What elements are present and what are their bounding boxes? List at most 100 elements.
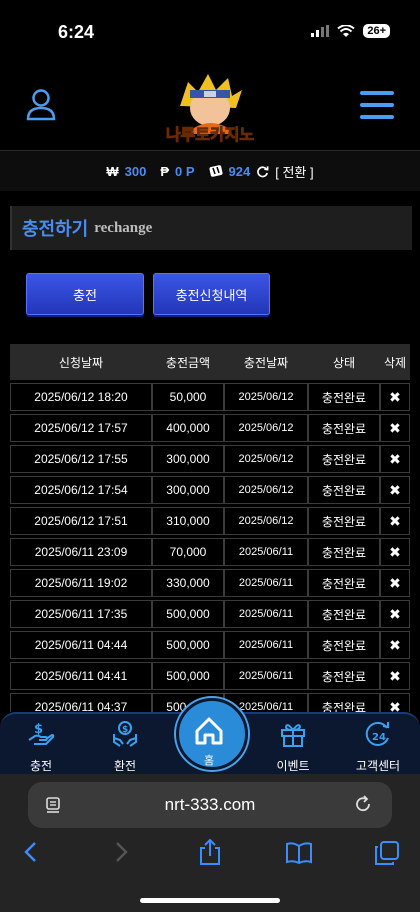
charge-amount: 50,000 [152,383,224,411]
chip-balance: 924 [228,163,251,179]
charge-date: 2025/06/12 [224,507,308,535]
charge-amount: 310,000 [152,507,224,535]
deposit-hand-icon: $ [28,722,55,745]
svg-text:나루토카지노: 나루토카지노 [166,125,255,144]
charge-amount: 300,000 [152,476,224,504]
tabs-icon[interactable] [374,840,400,866]
menu-icon[interactable] [360,90,394,120]
request-date: 2025/06/12 17:51 [10,507,152,535]
charge-amount: 500,000 [152,662,224,690]
reload-icon[interactable] [354,795,374,815]
header-charge-date: 충전날짜 [224,344,308,380]
svg-text:$: $ [34,722,43,737]
request-date: 2025/06/11 19:02 [10,569,152,597]
back-icon[interactable] [22,840,40,864]
request-date: 2025/06/11 23:09 [10,538,152,566]
delete-icon[interactable]: ✖ [380,414,410,442]
character-logo-image: 나루토카지노 [165,74,255,144]
status-time: 6:24 [58,22,95,42]
charge-date: 2025/06/11 [224,538,308,566]
battery-indicator: 26+ [363,24,390,38]
charge-amount: 500,000 [152,600,224,628]
delete-icon[interactable]: ✖ [380,569,410,597]
request-date: 2025/06/12 17:54 [10,476,152,504]
header-request-date: 신청날짜 [10,344,152,380]
refresh-icon[interactable] [256,165,269,178]
delete-icon[interactable]: ✖ [380,600,410,628]
bottom-nav: $ 충전 $ 환전 홈 이벤트 24 고객센터 [0,698,420,776]
nav-charge[interactable]: $ 충전 [6,720,76,774]
charge-history-table: 신청날짜 충전금액 충전날짜 상태 삭제 2025/06/12 18:20 50… [10,341,410,712]
delete-icon[interactable]: ✖ [380,538,410,566]
status-icons: 26+ [311,24,390,38]
charge-status: 충전완료 [308,507,380,535]
url-text: nrt-333.com [164,795,256,814]
delete-icon[interactable]: ✖ [380,662,410,690]
bookmarks-icon[interactable] [285,842,313,864]
request-date: 2025/06/12 17:57 [10,414,152,442]
request-date: 2025/06/11 04:44 [10,631,152,659]
header-delete: 삭제 [380,344,410,380]
nav-event[interactable]: 이벤트 [258,720,328,774]
charge-status: 충전완료 [308,383,380,411]
charge-date: 2025/06/11 [224,569,308,597]
charge-status: 충전완료 [308,445,380,473]
charge-amount: 330,000 [152,569,224,597]
request-date: 2025/06/12 18:20 [10,383,152,411]
share-icon[interactable] [198,838,222,866]
delete-icon[interactable]: ✖ [380,631,410,659]
nav-support[interactable]: 24 고객센터 [343,720,413,774]
delete-icon[interactable]: ✖ [380,507,410,535]
won-balance: 300 [124,163,147,179]
won-symbol: ₩ [106,163,119,179]
section-subtitle: rechange [94,219,153,236]
section-header: 충전하기 rechange [10,206,412,250]
charge-amount: 70,000 [152,538,224,566]
balance-bar: ₩ 300 ₱ 0 P 924 [ 전환 ] [0,150,420,192]
charge-status: 충전완료 [308,662,380,690]
delete-icon[interactable]: ✖ [380,383,410,411]
table-row: 2025/06/12 17:51 310,000 2025/06/12 충전완료… [10,507,410,535]
nav-support-label: 고객센터 [355,759,401,773]
user-icon[interactable] [26,89,56,121]
charge-status: 충전완료 [308,600,380,628]
request-date: 2025/06/11 04:41 [10,662,152,690]
svg-text:24: 24 [372,732,386,743]
chip-icon [209,165,223,177]
forward-icon[interactable] [112,840,130,864]
charge-history-button[interactable]: 충전신청내역 [153,273,270,315]
charge-status: 충전완료 [308,414,380,442]
support-24-icon: 24 [365,721,389,746]
table-row: 2025/06/12 17:55 300,000 2025/06/12 충전완료… [10,445,410,473]
delete-icon[interactable]: ✖ [380,476,410,504]
delete-icon[interactable]: ✖ [380,693,410,712]
section-title: 충전하기 [22,219,89,239]
charge-amount: 500,000 [152,631,224,659]
charge-date: 2025/06/11 [224,662,308,690]
gift-icon [281,724,305,747]
wifi-icon [337,24,355,37]
table-row: 2025/06/11 04:44 500,000 2025/06/11 충전완료… [10,631,410,659]
table-row: 2025/06/11 19:02 330,000 2025/06/11 충전완료… [10,569,410,597]
nav-charge-label: 충전 [29,759,53,773]
browser-toolbar: nrt-333.com [0,774,420,912]
charge-date: 2025/06/12 [224,476,308,504]
delete-icon[interactable]: ✖ [380,445,410,473]
convert-button[interactable]: [ 전환 ] [275,162,313,181]
nav-event-label: 이벤트 [276,759,310,773]
table-row: 2025/06/12 18:20 50,000 2025/06/12 충전완료 … [10,383,410,411]
main-content: 충전하기 rechange 충전 충전신청내역 신청날짜 충전금액 충전날짜 상… [0,191,420,712]
charge-button[interactable]: 충전 [26,273,144,315]
nav-exchange[interactable]: $ 환전 [90,720,160,774]
table-row: 2025/06/12 17:54 300,000 2025/06/12 충전완료… [10,476,410,504]
site-logo[interactable]: 나루토카지노 [158,68,262,146]
address-bar[interactable]: nrt-333.com [28,782,392,828]
charge-amount: 400,000 [152,414,224,442]
table-row: 2025/06/11 04:41 500,000 2025/06/11 충전완료… [10,662,410,690]
nav-home-label: 홈 [203,755,215,767]
charge-date: 2025/06/11 [224,600,308,628]
header-status: 상태 [308,344,380,380]
exchange-hand-icon: $ [113,721,137,747]
table-header-row: 신청날짜 충전금액 충전날짜 상태 삭제 [10,344,410,380]
request-date: 2025/06/11 17:35 [10,600,152,628]
